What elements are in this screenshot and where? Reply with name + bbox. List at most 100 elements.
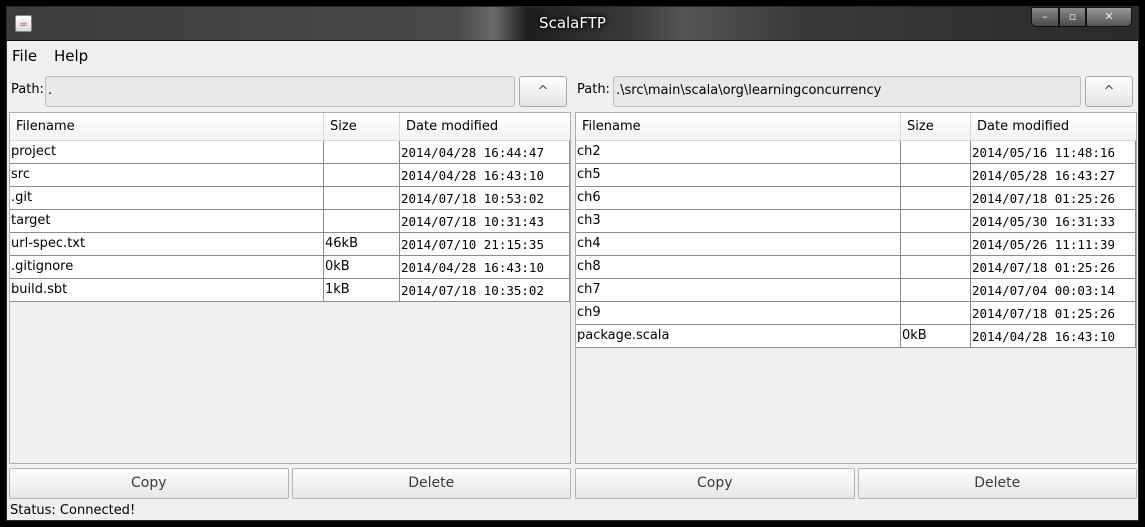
cell-size (324, 187, 400, 210)
cell-date: 2014/04/28 16:44:47 (400, 141, 570, 164)
cell-date: 2014/05/28 16:43:27 (971, 164, 1136, 187)
cell-date: 2014/04/28 16:43:10 (400, 256, 570, 279)
right-up-button[interactable]: ^ (1085, 76, 1133, 107)
left-file-table: Filename Size Date modified project 2014/… (9, 112, 571, 464)
right-col-date[interactable]: Date modified (971, 113, 1136, 140)
table-row[interactable]: project 2014/04/28 16:44:47 (10, 141, 570, 164)
cell-date: 2014/07/18 10:31:43 (400, 210, 570, 233)
table-row[interactable]: ch4 2014/05/26 11:11:39 (576, 233, 1136, 256)
left-col-date[interactable]: Date modified (400, 113, 570, 140)
table-row[interactable]: .git 2014/07/18 10:53:02 (10, 187, 570, 210)
right-delete-button[interactable]: Delete (857, 468, 1137, 499)
cell-filename: ch2 (576, 141, 901, 164)
table-row[interactable]: ch9 2014/07/18 01:25:26 (576, 302, 1136, 325)
right-copy-button[interactable]: Copy (575, 468, 855, 499)
cell-filename: ch4 (576, 233, 901, 256)
cell-date: 2014/04/28 16:43:10 (971, 325, 1136, 348)
cell-size (324, 210, 400, 233)
table-row[interactable]: ch7 2014/07/04 00:03:14 (576, 279, 1136, 302)
table-row[interactable]: .gitignore 0kB 2014/04/28 16:43:10 (10, 256, 570, 279)
left-path-input[interactable]: . (45, 76, 515, 107)
cell-filename: .git (10, 187, 324, 210)
table-row[interactable]: build.sbt 1kB 2014/07/18 10:35:02 (10, 279, 570, 302)
cell-size (901, 233, 971, 256)
cell-date: 2014/05/30 16:31:33 (971, 210, 1136, 233)
cell-size (901, 256, 971, 279)
cell-date: 2014/07/18 01:25:26 (971, 302, 1136, 325)
table-row[interactable]: src 2014/04/28 16:43:10 (10, 164, 570, 187)
table-row[interactable]: ch5 2014/05/28 16:43:27 (576, 164, 1136, 187)
right-action-buttons: Copy Delete (575, 468, 1137, 499)
cell-date: 2014/05/16 11:48:16 (971, 141, 1136, 164)
table-row[interactable]: ch3 2014/05/30 16:31:33 (576, 210, 1136, 233)
cell-filename: url-spec.txt (10, 233, 324, 256)
left-action-buttons: Copy Delete (9, 468, 571, 499)
cell-size: 1kB (324, 279, 400, 302)
cell-date: 2014/07/18 01:25:26 (971, 256, 1136, 279)
right-col-size[interactable]: Size (901, 113, 971, 140)
cell-filename: ch3 (576, 210, 901, 233)
left-col-filename[interactable]: Filename (10, 113, 324, 140)
right-col-filename[interactable]: Filename (576, 113, 901, 140)
cell-size: 0kB (901, 325, 971, 348)
right-path-input[interactable]: .\src\main\scala\org\learningconcurrency (613, 76, 1081, 107)
cell-filename: src (10, 164, 324, 187)
right-file-table: Filename Size Date modified ch2 2014/05/1… (575, 112, 1137, 464)
table-row[interactable]: ch8 2014/07/18 01:25:26 (576, 256, 1136, 279)
close-button[interactable]: ✕ (1086, 7, 1132, 27)
table-row[interactable]: url-spec.txt 46kB 2014/07/10 21:15:35 (10, 233, 570, 256)
status-bar-text: Status: Connected! (10, 503, 136, 518)
title-bar[interactable]: ☕ ScalaFTP – ▫ ✕ (7, 7, 1138, 41)
left-up-button[interactable]: ^ (519, 76, 567, 107)
cell-filename: build.sbt (10, 279, 324, 302)
cell-date: 2014/07/10 21:15:35 (400, 233, 570, 256)
left-delete-button[interactable]: Delete (291, 468, 571, 499)
cell-filename: ch7 (576, 279, 901, 302)
app-window: ☕ ScalaFTP – ▫ ✕ File Help Path: . ^ Fil… (6, 6, 1139, 521)
minimize-button[interactable]: – (1031, 7, 1059, 27)
left-path-row: Path: . ^ (9, 73, 571, 107)
cell-filename: project (10, 141, 324, 164)
cell-size (901, 210, 971, 233)
menu-file[interactable]: File (12, 47, 37, 65)
table-row[interactable]: package.scala 0kB 2014/04/28 16:43:10 (576, 325, 1136, 348)
right-path-row: Path: .\src\main\scala\org\learningconcu… (575, 73, 1137, 107)
cell-size (901, 279, 971, 302)
left-path-label: Path: (11, 82, 44, 97)
cell-date: 2014/07/04 00:03:14 (971, 279, 1136, 302)
table-row[interactable]: ch6 2014/07/18 01:25:26 (576, 187, 1136, 210)
cell-size (901, 141, 971, 164)
cell-date: 2014/07/18 10:35:02 (400, 279, 570, 302)
right-table-body: ch2 2014/05/16 11:48:16 ch5 2014/05/28 16:4… (576, 141, 1136, 348)
cell-date: 2014/07/18 10:53:02 (400, 187, 570, 210)
window-title: ScalaFTP (539, 14, 606, 32)
left-copy-button[interactable]: Copy (9, 468, 289, 499)
cell-size: 0kB (324, 256, 400, 279)
cell-size (901, 187, 971, 210)
cell-filename: target (10, 210, 324, 233)
cell-size: 46kB (324, 233, 400, 256)
cell-date: 2014/07/18 01:25:26 (971, 187, 1136, 210)
menu-bar: File Help (7, 42, 1138, 70)
right-path-label: Path: (577, 82, 610, 97)
table-row[interactable]: ch2 2014/05/16 11:48:16 (576, 141, 1136, 164)
cell-filename: ch9 (576, 302, 901, 325)
cell-size (901, 302, 971, 325)
left-pane: Path: . ^ Filename Size Date modified pr… (9, 71, 571, 501)
menu-help[interactable]: Help (54, 47, 88, 65)
cell-filename: package.scala (576, 325, 901, 348)
left-table-body: project 2014/04/28 16:44:47 src 2014/04/28 … (10, 141, 570, 302)
right-pane: Path: .\src\main\scala\org\learningconcu… (575, 71, 1137, 501)
left-col-size[interactable]: Size (324, 113, 400, 140)
window-controls: – ▫ ✕ (1031, 7, 1132, 29)
maximize-button[interactable]: ▫ (1059, 7, 1086, 27)
cell-filename: ch5 (576, 164, 901, 187)
cell-filename: .gitignore (10, 256, 324, 279)
cell-date: 2014/05/26 11:11:39 (971, 233, 1136, 256)
right-table-header: Filename Size Date modified (576, 113, 1136, 141)
cell-size (324, 164, 400, 187)
cell-filename: ch6 (576, 187, 901, 210)
cell-size (324, 141, 400, 164)
table-row[interactable]: target 2014/07/18 10:31:43 (10, 210, 570, 233)
cell-size (901, 164, 971, 187)
